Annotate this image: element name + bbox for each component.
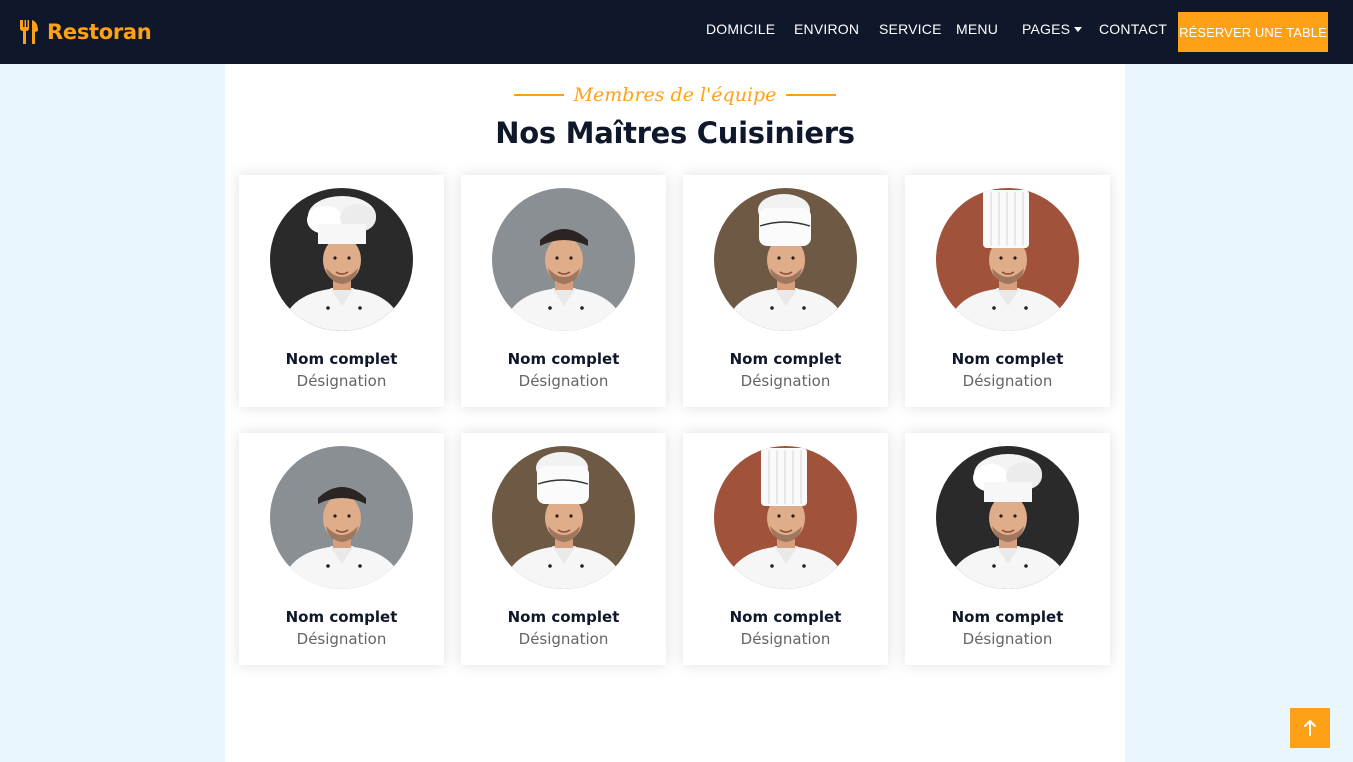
chef-photo	[492, 188, 635, 331]
chef-role: Désignation	[740, 630, 831, 648]
caret-down-icon	[1074, 27, 1083, 32]
nav-item-contact[interactable]: CONTACT	[1099, 21, 1167, 37]
chef-portrait-icon	[714, 446, 857, 589]
team-card[interactable]: Nom complet Désignation	[461, 175, 666, 407]
chef-role: Désignation	[518, 372, 609, 390]
team-card[interactable]: Nom complet Désignation	[905, 433, 1110, 665]
chef-portrait-icon	[936, 188, 1079, 331]
chef-role: Désignation	[962, 372, 1053, 390]
section-subtitle-text: Membres de l'équipe	[573, 84, 777, 106]
team-card[interactable]: Nom complet Désignation	[239, 433, 444, 665]
chef-name: Nom complet	[507, 608, 620, 626]
chef-name: Nom complet	[285, 608, 398, 626]
chef-name: Nom complet	[729, 608, 842, 626]
chef-photo	[714, 446, 857, 589]
chef-photo	[492, 446, 635, 589]
brand-name: Restoran	[47, 20, 152, 44]
navbar: Restoran DOMICILE ENVIRON SERVICE MENU P…	[0, 0, 1353, 64]
team-section: Membres de l'équipe Nos Maîtres Cuisinie…	[225, 64, 1125, 762]
section-subtitle: Membres de l'équipe	[225, 84, 1125, 106]
chef-portrait-icon	[936, 446, 1079, 589]
subtitle-divider-right	[786, 94, 837, 96]
nav-item-service[interactable]: SERVICE	[879, 21, 942, 37]
chef-photo	[270, 446, 413, 589]
chef-name: Nom complet	[285, 350, 398, 368]
chef-portrait-icon	[270, 446, 413, 589]
chef-role: Désignation	[740, 372, 831, 390]
chef-role: Désignation	[518, 630, 609, 648]
team-card[interactable]: Nom complet Désignation	[905, 175, 1110, 407]
chef-name: Nom complet	[507, 350, 620, 368]
chef-photo	[936, 188, 1079, 331]
chef-portrait-icon	[492, 188, 635, 331]
chef-photo	[936, 446, 1079, 589]
subtitle-divider-left	[513, 94, 564, 96]
nav-item-pages-label: PAGES	[1022, 21, 1071, 37]
chef-name: Nom complet	[729, 350, 842, 368]
back-to-top-button[interactable]	[1290, 708, 1330, 748]
nav-item-pages[interactable]: PAGES	[1022, 21, 1083, 37]
chef-photo	[270, 188, 413, 331]
reserve-table-button[interactable]: RÉSERVER UNE TABLE	[1178, 12, 1328, 52]
nav-item-menu[interactable]: MENU	[956, 21, 998, 37]
chef-name: Nom complet	[951, 350, 1064, 368]
arrow-up-icon	[1304, 720, 1316, 736]
team-card[interactable]: Nom complet Désignation	[683, 433, 888, 665]
brand-logo[interactable]: Restoran	[18, 17, 152, 47]
chef-portrait-icon	[270, 188, 413, 331]
chef-role: Désignation	[296, 372, 387, 390]
team-card[interactable]: Nom complet Désignation	[239, 175, 444, 407]
chef-photo	[714, 188, 857, 331]
section-title: Nos Maîtres Cuisiniers	[495, 116, 855, 150]
nav-item-environ[interactable]: ENVIRON	[794, 21, 859, 37]
chef-portrait-icon	[492, 446, 635, 589]
nav-item-domicile[interactable]: DOMICILE	[706, 21, 775, 37]
chef-name: Nom complet	[951, 608, 1064, 626]
chef-portrait-icon	[714, 188, 857, 331]
chef-role: Désignation	[962, 630, 1053, 648]
team-card[interactable]: Nom complet Désignation	[683, 175, 888, 407]
utensils-icon	[20, 20, 38, 44]
chef-role: Désignation	[296, 630, 387, 648]
team-card[interactable]: Nom complet Désignation	[461, 433, 666, 665]
